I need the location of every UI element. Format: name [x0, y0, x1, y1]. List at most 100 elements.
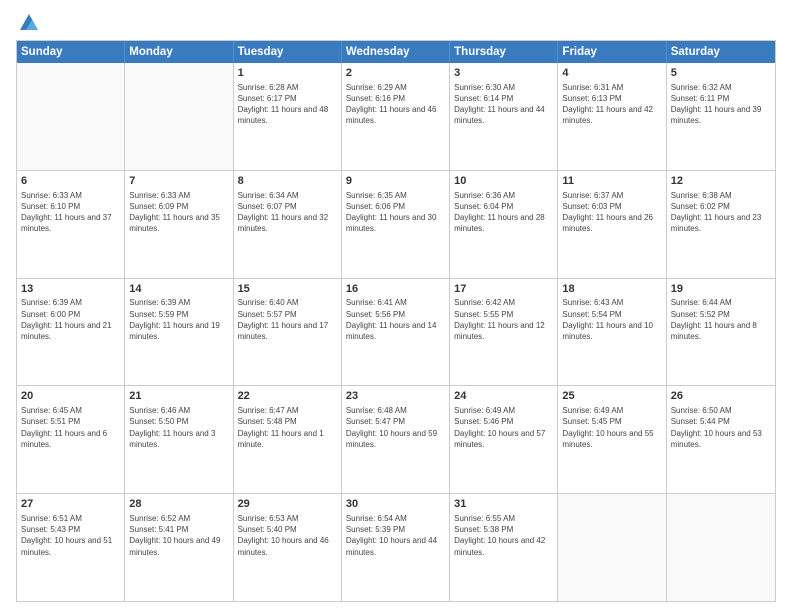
cell-info: Sunrise: 6:35 AM Sunset: 6:06 PM Dayligh… [346, 190, 445, 235]
calendar-row-2: 6Sunrise: 6:33 AM Sunset: 6:10 PM Daylig… [17, 170, 775, 278]
cal-cell: 16Sunrise: 6:41 AM Sunset: 5:56 PM Dayli… [342, 279, 450, 386]
day-number: 27 [21, 497, 120, 512]
cell-info: Sunrise: 6:42 AM Sunset: 5:55 PM Dayligh… [454, 297, 553, 342]
cal-cell: 23Sunrise: 6:48 AM Sunset: 5:47 PM Dayli… [342, 386, 450, 493]
weekday-header-monday: Monday [125, 41, 233, 63]
cell-info: Sunrise: 6:44 AM Sunset: 5:52 PM Dayligh… [671, 297, 771, 342]
cell-info: Sunrise: 6:45 AM Sunset: 5:51 PM Dayligh… [21, 405, 120, 450]
cell-info: Sunrise: 6:33 AM Sunset: 6:09 PM Dayligh… [129, 190, 228, 235]
cal-cell [125, 63, 233, 170]
cell-info: Sunrise: 6:48 AM Sunset: 5:47 PM Dayligh… [346, 405, 445, 450]
logo-icon [18, 12, 40, 34]
cell-info: Sunrise: 6:31 AM Sunset: 6:13 PM Dayligh… [562, 82, 661, 127]
day-number: 5 [671, 66, 771, 81]
day-number: 23 [346, 389, 445, 404]
day-number: 4 [562, 66, 661, 81]
cell-info: Sunrise: 6:32 AM Sunset: 6:11 PM Dayligh… [671, 82, 771, 127]
day-number: 22 [238, 389, 337, 404]
cal-cell [667, 494, 775, 601]
cal-cell: 2Sunrise: 6:29 AM Sunset: 6:16 PM Daylig… [342, 63, 450, 170]
cal-cell [558, 494, 666, 601]
day-number: 28 [129, 497, 228, 512]
cal-cell: 30Sunrise: 6:54 AM Sunset: 5:39 PM Dayli… [342, 494, 450, 601]
weekday-header-friday: Friday [558, 41, 666, 63]
cal-cell: 10Sunrise: 6:36 AM Sunset: 6:04 PM Dayli… [450, 171, 558, 278]
cal-cell: 9Sunrise: 6:35 AM Sunset: 6:06 PM Daylig… [342, 171, 450, 278]
cell-info: Sunrise: 6:30 AM Sunset: 6:14 PM Dayligh… [454, 82, 553, 127]
weekday-header-thursday: Thursday [450, 41, 558, 63]
cal-cell: 5Sunrise: 6:32 AM Sunset: 6:11 PM Daylig… [667, 63, 775, 170]
cell-info: Sunrise: 6:37 AM Sunset: 6:03 PM Dayligh… [562, 190, 661, 235]
calendar-body: 1Sunrise: 6:28 AM Sunset: 6:17 PM Daylig… [17, 63, 775, 601]
calendar-row-5: 27Sunrise: 6:51 AM Sunset: 5:43 PM Dayli… [17, 493, 775, 601]
header [16, 12, 776, 34]
cell-info: Sunrise: 6:39 AM Sunset: 6:00 PM Dayligh… [21, 297, 120, 342]
day-number: 7 [129, 174, 228, 189]
day-number: 1 [238, 66, 337, 81]
cal-cell: 28Sunrise: 6:52 AM Sunset: 5:41 PM Dayli… [125, 494, 233, 601]
calendar-row-4: 20Sunrise: 6:45 AM Sunset: 5:51 PM Dayli… [17, 385, 775, 493]
cal-cell: 19Sunrise: 6:44 AM Sunset: 5:52 PM Dayli… [667, 279, 775, 386]
cell-info: Sunrise: 6:54 AM Sunset: 5:39 PM Dayligh… [346, 513, 445, 558]
cal-cell: 22Sunrise: 6:47 AM Sunset: 5:48 PM Dayli… [234, 386, 342, 493]
day-number: 26 [671, 389, 771, 404]
cal-cell: 17Sunrise: 6:42 AM Sunset: 5:55 PM Dayli… [450, 279, 558, 386]
cell-info: Sunrise: 6:28 AM Sunset: 6:17 PM Dayligh… [238, 82, 337, 127]
cell-info: Sunrise: 6:34 AM Sunset: 6:07 PM Dayligh… [238, 190, 337, 235]
cal-cell: 18Sunrise: 6:43 AM Sunset: 5:54 PM Dayli… [558, 279, 666, 386]
weekday-header-wednesday: Wednesday [342, 41, 450, 63]
day-number: 25 [562, 389, 661, 404]
day-number: 3 [454, 66, 553, 81]
cal-cell: 20Sunrise: 6:45 AM Sunset: 5:51 PM Dayli… [17, 386, 125, 493]
day-number: 31 [454, 497, 553, 512]
cell-info: Sunrise: 6:51 AM Sunset: 5:43 PM Dayligh… [21, 513, 120, 558]
cal-cell: 15Sunrise: 6:40 AM Sunset: 5:57 PM Dayli… [234, 279, 342, 386]
weekday-header-tuesday: Tuesday [234, 41, 342, 63]
cell-info: Sunrise: 6:36 AM Sunset: 6:04 PM Dayligh… [454, 190, 553, 235]
cell-info: Sunrise: 6:41 AM Sunset: 5:56 PM Dayligh… [346, 297, 445, 342]
cell-info: Sunrise: 6:47 AM Sunset: 5:48 PM Dayligh… [238, 405, 337, 450]
day-number: 14 [129, 282, 228, 297]
cell-info: Sunrise: 6:55 AM Sunset: 5:38 PM Dayligh… [454, 513, 553, 558]
day-number: 10 [454, 174, 553, 189]
logo-area [16, 12, 40, 34]
calendar-row-1: 1Sunrise: 6:28 AM Sunset: 6:17 PM Daylig… [17, 63, 775, 170]
day-number: 9 [346, 174, 445, 189]
cal-cell [17, 63, 125, 170]
day-number: 6 [21, 174, 120, 189]
cell-info: Sunrise: 6:39 AM Sunset: 5:59 PM Dayligh… [129, 297, 228, 342]
day-number: 30 [346, 497, 445, 512]
day-number: 15 [238, 282, 337, 297]
cell-info: Sunrise: 6:49 AM Sunset: 5:46 PM Dayligh… [454, 405, 553, 450]
day-number: 16 [346, 282, 445, 297]
calendar-row-3: 13Sunrise: 6:39 AM Sunset: 6:00 PM Dayli… [17, 278, 775, 386]
cal-cell: 3Sunrise: 6:30 AM Sunset: 6:14 PM Daylig… [450, 63, 558, 170]
cal-cell: 13Sunrise: 6:39 AM Sunset: 6:00 PM Dayli… [17, 279, 125, 386]
calendar-header: SundayMondayTuesdayWednesdayThursdayFrid… [17, 41, 775, 63]
cell-info: Sunrise: 6:33 AM Sunset: 6:10 PM Dayligh… [21, 190, 120, 235]
cell-info: Sunrise: 6:50 AM Sunset: 5:44 PM Dayligh… [671, 405, 771, 450]
cal-cell: 12Sunrise: 6:38 AM Sunset: 6:02 PM Dayli… [667, 171, 775, 278]
cal-cell: 24Sunrise: 6:49 AM Sunset: 5:46 PM Dayli… [450, 386, 558, 493]
cell-info: Sunrise: 6:52 AM Sunset: 5:41 PM Dayligh… [129, 513, 228, 558]
weekday-header-sunday: Sunday [17, 41, 125, 63]
page: SundayMondayTuesdayWednesdayThursdayFrid… [0, 0, 792, 612]
day-number: 8 [238, 174, 337, 189]
day-number: 12 [671, 174, 771, 189]
cal-cell: 31Sunrise: 6:55 AM Sunset: 5:38 PM Dayli… [450, 494, 558, 601]
cal-cell: 25Sunrise: 6:49 AM Sunset: 5:45 PM Dayli… [558, 386, 666, 493]
weekday-header-saturday: Saturday [667, 41, 775, 63]
cell-info: Sunrise: 6:38 AM Sunset: 6:02 PM Dayligh… [671, 190, 771, 235]
cal-cell: 14Sunrise: 6:39 AM Sunset: 5:59 PM Dayli… [125, 279, 233, 386]
day-number: 13 [21, 282, 120, 297]
cal-cell: 8Sunrise: 6:34 AM Sunset: 6:07 PM Daylig… [234, 171, 342, 278]
cell-info: Sunrise: 6:53 AM Sunset: 5:40 PM Dayligh… [238, 513, 337, 558]
cal-cell: 26Sunrise: 6:50 AM Sunset: 5:44 PM Dayli… [667, 386, 775, 493]
cal-cell: 11Sunrise: 6:37 AM Sunset: 6:03 PM Dayli… [558, 171, 666, 278]
logo [16, 12, 40, 34]
day-number: 29 [238, 497, 337, 512]
cell-info: Sunrise: 6:43 AM Sunset: 5:54 PM Dayligh… [562, 297, 661, 342]
day-number: 17 [454, 282, 553, 297]
day-number: 21 [129, 389, 228, 404]
cell-info: Sunrise: 6:40 AM Sunset: 5:57 PM Dayligh… [238, 297, 337, 342]
